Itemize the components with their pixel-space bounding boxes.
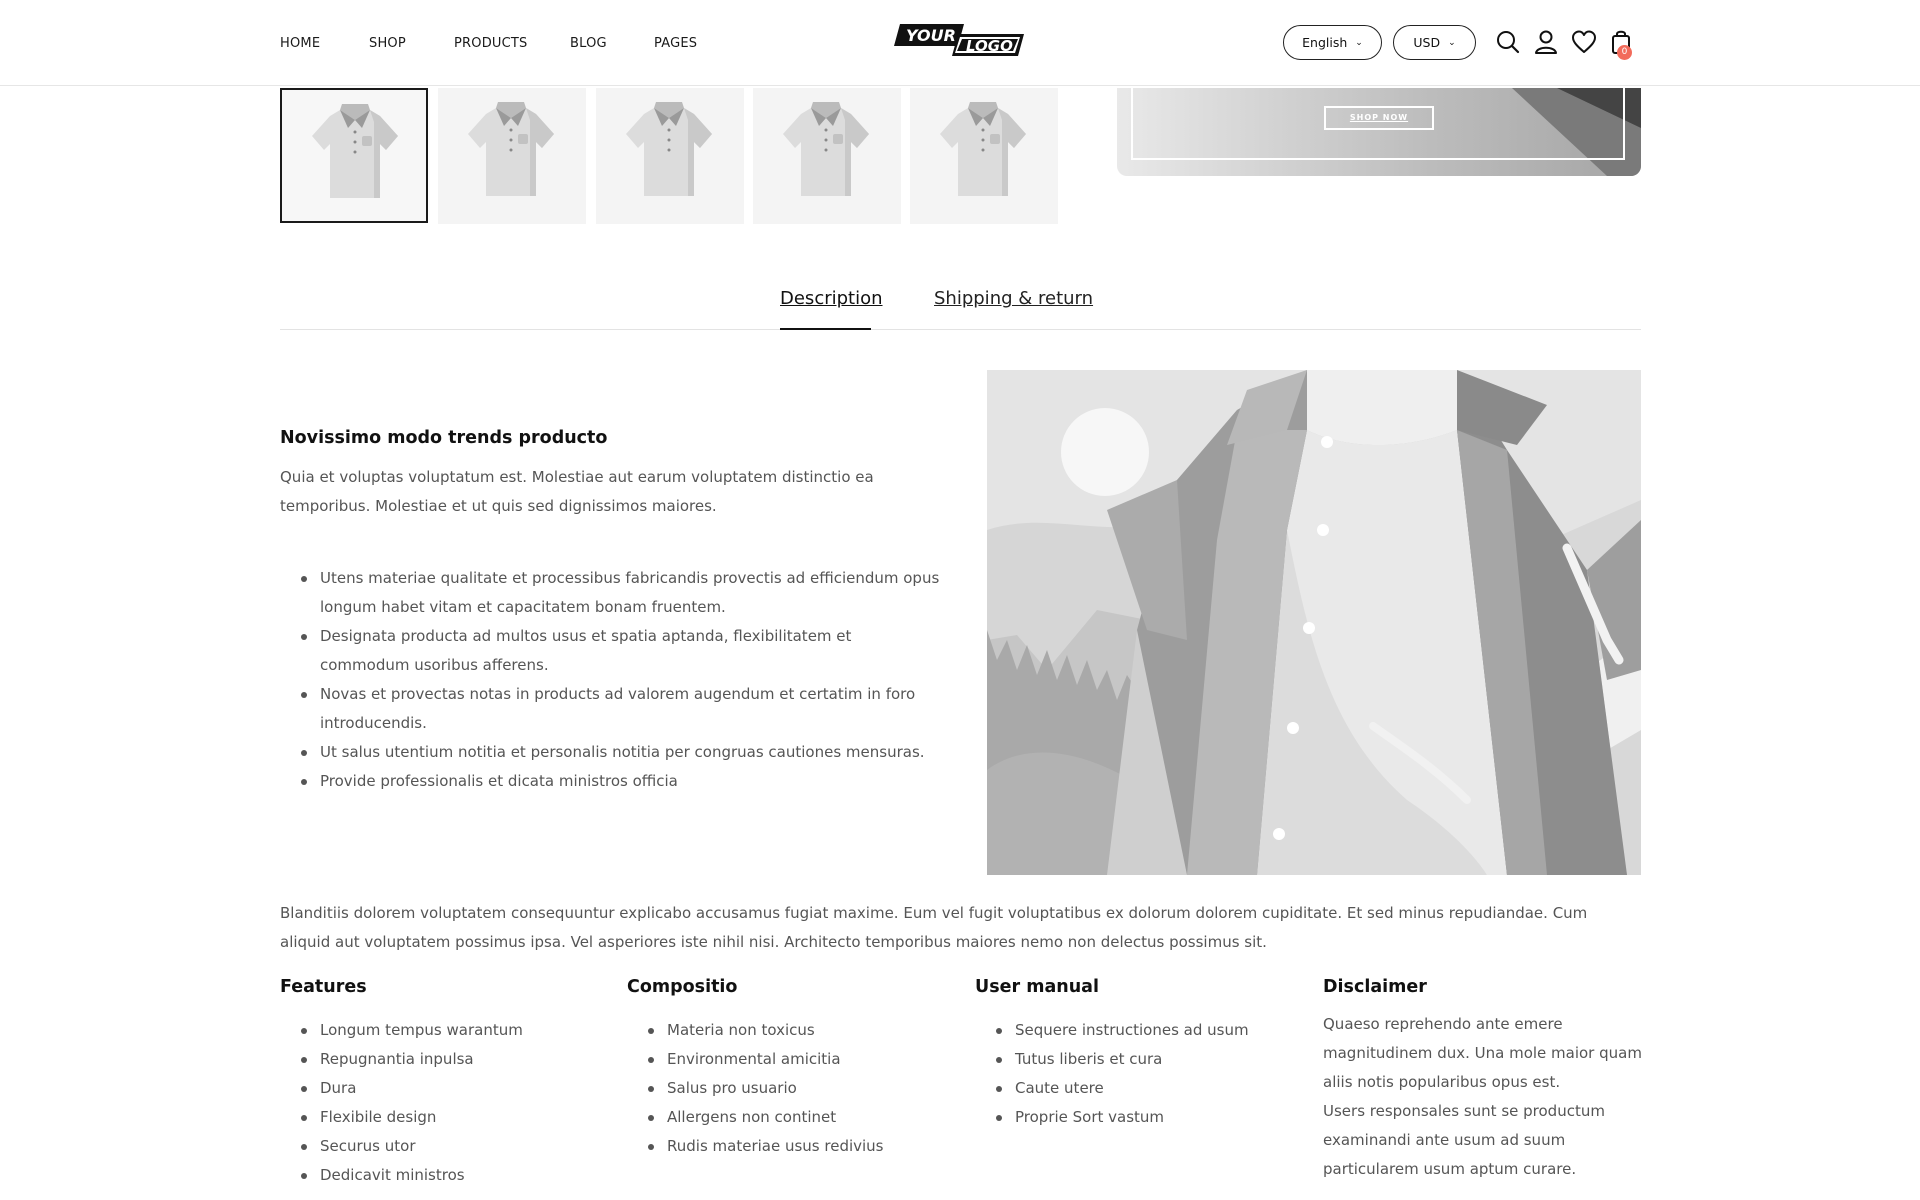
list-item: Proprie Sort vastum	[975, 1103, 1305, 1132]
tab-description[interactable]: Description	[780, 288, 883, 309]
description-bullets: Utens materiae qualitate et processibus …	[280, 564, 940, 796]
promo-banner: SHOP NOW	[1117, 88, 1641, 176]
description-intro: Quia et voluptas voluptatum est. Molesti…	[280, 468, 874, 515]
compositio-list: Materia non toxicus Environmental amicit…	[627, 1016, 957, 1161]
chevron-down-icon: ⌄	[1355, 37, 1363, 48]
chevron-down-icon: ⌄	[1448, 37, 1456, 48]
list-item: Designata producta ad multos usus et spa…	[280, 622, 940, 680]
list-item: Securus utor	[280, 1132, 610, 1161]
nav-products[interactable]: PRODUCTS	[454, 36, 528, 51]
user-manual-list: Sequere instructiones ad usum Tutus libe…	[975, 1016, 1305, 1132]
active-tab-indicator	[780, 328, 871, 330]
list-item: Rudis materiae usus redivius	[627, 1132, 957, 1161]
list-item: Tutus liberis et cura	[975, 1045, 1305, 1074]
disclaimer-paragraph: Quaeso reprehendo ante emere magnitudine…	[1323, 1015, 1642, 1091]
shirt-thumbnail-3[interactable]	[596, 88, 744, 224]
logo-text-top: YOUR	[906, 26, 956, 45]
description-heading: Novissimo modo trends producto	[280, 428, 608, 448]
jacket-product-image	[987, 370, 1641, 875]
list-item: Repugnantia inpulsa	[280, 1045, 610, 1074]
list-item: Ut salus utentium notitia et personalis …	[280, 738, 940, 767]
user-icon[interactable]	[1532, 28, 1560, 56]
nav-pages[interactable]: PAGES	[654, 36, 697, 51]
shirt-thumbnail-4[interactable]	[753, 88, 901, 224]
site-logo[interactable]: YOUR LOGO	[894, 22, 1026, 60]
features-list: Longum tempus warantum Repugnantia inpul…	[280, 1016, 610, 1190]
currency-value: USD	[1413, 35, 1441, 50]
list-item: Salus pro usuario	[627, 1074, 957, 1103]
cart-count-badge: 0	[1617, 45, 1632, 60]
language-selector[interactable]: English ⌄	[1283, 25, 1382, 60]
user-manual-heading: User manual	[975, 977, 1099, 997]
list-item: Longum tempus warantum	[280, 1016, 610, 1045]
shirt-image	[312, 104, 398, 198]
language-value: English	[1302, 35, 1348, 50]
heart-icon[interactable]	[1570, 28, 1598, 56]
list-item: Novas et provectas notas in products ad …	[280, 680, 940, 738]
site-header: HOME SHOP PRODUCTS BLOG PAGES YOUR LOGO …	[0, 0, 1920, 86]
description-long-paragraph: Blanditiis dolorem voluptatem consequunt…	[280, 904, 1588, 951]
list-item: Utens materiae qualitate et processibus …	[280, 564, 940, 622]
list-item: Caute utere	[975, 1074, 1305, 1103]
nav-shop[interactable]: SHOP	[369, 36, 406, 51]
logo-text-bottom: LOGO	[966, 37, 1013, 55]
currency-selector[interactable]: USD ⌄	[1393, 25, 1476, 60]
shirt-image	[626, 102, 712, 196]
list-item: Flexibile design	[280, 1103, 610, 1132]
nav-home[interactable]: HOME	[280, 36, 320, 51]
features-heading: Features	[280, 977, 367, 997]
list-item: Dura	[280, 1074, 610, 1103]
nav-blog[interactable]: BLOG	[570, 36, 607, 51]
tabs-divider	[280, 329, 1641, 330]
shirt-image	[783, 102, 869, 196]
list-item: Environmental amicitia	[627, 1045, 957, 1074]
shirt-thumbnail-5[interactable]	[910, 88, 1058, 224]
list-item: Allergens non continet	[627, 1103, 957, 1132]
shirt-image	[940, 102, 1026, 196]
list-item: Dedicavit ministros	[280, 1161, 610, 1190]
shirt-thumbnail-2[interactable]	[438, 88, 586, 224]
shirt-thumbnail-1[interactable]	[280, 88, 428, 223]
shirt-image	[468, 102, 554, 196]
list-item: Materia non toxicus	[627, 1016, 957, 1045]
list-item: Provide professionalis et dicata ministr…	[280, 767, 940, 796]
logo-mark: YOUR LOGO	[894, 24, 1024, 56]
disclaimer-paragraph: Users responsales sunt se productum exam…	[1323, 1102, 1605, 1178]
disclaimer-heading: Disclaimer	[1323, 977, 1427, 997]
compositio-heading: Compositio	[627, 977, 738, 997]
shop-now-button[interactable]: SHOP NOW	[1324, 106, 1434, 130]
list-item: Sequere instructiones ad usum	[975, 1016, 1305, 1045]
tab-shipping-return[interactable]: Shipping & return	[934, 288, 1093, 309]
disclaimer-text: Quaeso reprehendo ante emere magnitudine…	[1323, 1010, 1653, 1184]
search-icon[interactable]	[1494, 28, 1522, 56]
